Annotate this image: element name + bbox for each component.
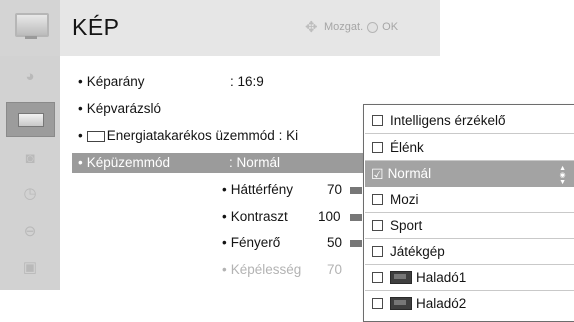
option-advanced2[interactable]: Haladó2: [365, 291, 574, 316]
contrast-label[interactable]: • Kontraszt: [222, 209, 288, 224]
ok-button-icon: [367, 21, 379, 33]
hint-ok-label: OK: [382, 21, 399, 33]
navigation-hint: Mozgat. OK: [305, 18, 399, 36]
expert-mode-icon: [390, 297, 412, 310]
up-down-arrows-icon: ▲ ◉ ▼: [559, 165, 566, 186]
energy-saving-icon: [86, 130, 105, 142]
page-title: KÉP: [72, 14, 120, 40]
menu-item-aspect[interactable]: • Képarány: [78, 74, 145, 89]
checkbox-icon[interactable]: [372, 194, 383, 205]
checked-checkbox-icon[interactable]: ☑: [371, 167, 384, 181]
expert-mode-icon: [390, 271, 412, 284]
category-sidebar: ◕ ◙ ◷ ⊖ ▣: [0, 56, 60, 290]
contrast-value: 100: [318, 209, 341, 224]
speaker-icon[interactable]: ◙: [7, 142, 53, 175]
option-cinema[interactable]: Mozi: [365, 187, 574, 213]
palette-icon[interactable]: ◕: [7, 60, 53, 93]
option-game[interactable]: Játékgép: [365, 239, 574, 265]
checkbox-icon[interactable]: [372, 142, 383, 153]
move-arrows-icon: [305, 18, 320, 36]
checkbox-icon[interactable]: [372, 115, 383, 126]
picture-mode-dropdown: Intelligens érzékelő Élénk ☑ Normál ▲ ◉ ▼ M…: [363, 104, 574, 322]
option-icon[interactable]: ▣: [7, 250, 53, 283]
brightness-label[interactable]: • Fényerő: [222, 235, 280, 250]
backlight-value: 70: [327, 182, 343, 197]
hint-move-label: Mozgat.: [324, 21, 364, 33]
sharpness-value: 70: [327, 262, 343, 277]
brightness-value: 50: [327, 235, 343, 250]
clock-icon[interactable]: ◷: [7, 176, 53, 209]
option-advanced1[interactable]: Haladó1: [365, 265, 574, 291]
tv-header-icon: [0, 0, 60, 56]
backlight-label[interactable]: • Háttérfény: [222, 182, 293, 197]
option-vivid[interactable]: Élénk: [365, 135, 574, 161]
menu-item-energy[interactable]: • Energiatakarékos üzemmód : Ki: [78, 128, 298, 143]
aspect-value: : 16:9: [230, 74, 264, 89]
lock-icon[interactable]: ⊖: [7, 214, 53, 247]
option-normal[interactable]: ☑ Normál ▲ ◉ ▼: [365, 161, 574, 187]
brightness-slider[interactable]: [350, 240, 362, 247]
menu-header: KÉP Mozgat. OK: [0, 0, 440, 56]
backlight-slider[interactable]: [350, 187, 362, 194]
option-intelligent-sensor[interactable]: Intelligens érzékelő: [365, 108, 574, 134]
menu-item-picture-mode[interactable]: • Képüzemmód : Normál: [72, 153, 368, 173]
checkbox-icon[interactable]: [372, 272, 383, 283]
menu-item-wizard[interactable]: • Képvarázsló: [78, 101, 161, 116]
sharpness-label: • Képélesség: [222, 262, 302, 277]
checkbox-icon[interactable]: [372, 220, 383, 231]
checkbox-icon[interactable]: [372, 298, 383, 309]
picture-mode-value: : Normál: [229, 155, 281, 170]
checkbox-icon[interactable]: [372, 246, 383, 257]
tv-picture-icon[interactable]: [6, 102, 55, 137]
contrast-slider[interactable]: [350, 214, 362, 221]
option-sport[interactable]: Sport: [365, 213, 574, 239]
